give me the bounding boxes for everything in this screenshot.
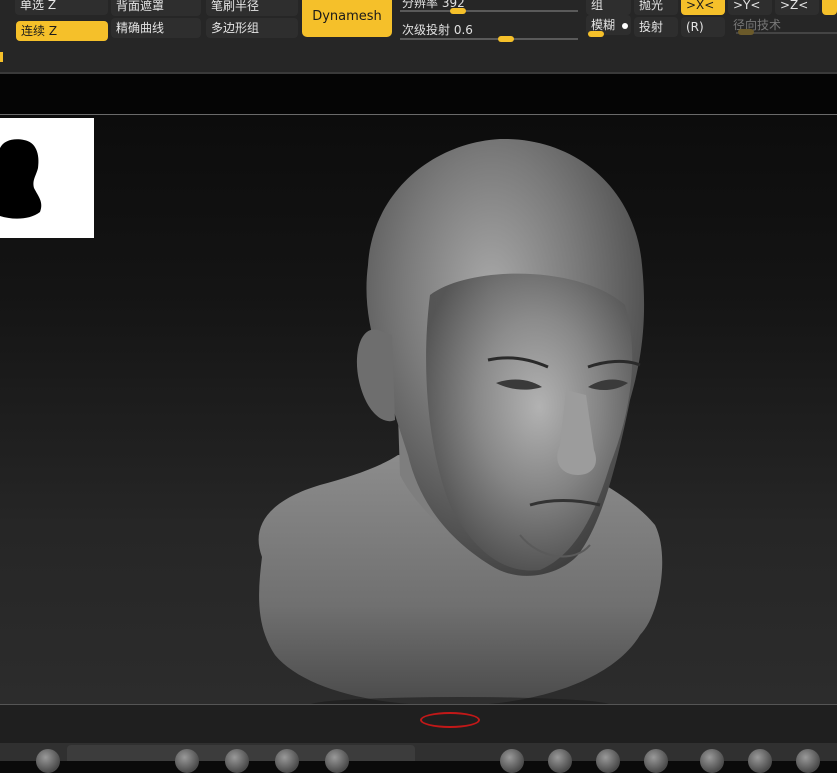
precise-curve-button[interactable]: 精确曲线 (111, 18, 201, 38)
shelf-tool-icon[interactable] (500, 749, 524, 773)
resolution-handle[interactable] (450, 8, 466, 14)
polish-button[interactable]: 抛光 (634, 0, 678, 15)
blur-label: 模糊 (591, 18, 616, 32)
symmetry-x-button[interactable]: >X< (681, 0, 725, 15)
shelf-tool-icon[interactable] (275, 749, 299, 773)
symmetry-y-button[interactable]: >Y< (728, 0, 772, 15)
silhouette-thumbnail[interactable] (0, 118, 94, 238)
sculpt-head-model (258, 138, 663, 704)
radial-count-handle[interactable] (738, 29, 754, 35)
brush-settings-palette: 单选 Z 连续 Z 背面遮罩 精确曲线 笔刷半径 多边形组 Dynamesh 分… (0, 0, 837, 74)
brush-radius-button[interactable]: 笔刷半径 (206, 0, 298, 16)
backface-mask-button[interactable]: 背面遮罩 (111, 0, 201, 16)
shelf-tool-icon[interactable] (596, 749, 620, 773)
subdiv-project-label: 次级投射 0.6 (402, 23, 473, 37)
canvas-footer (0, 705, 837, 743)
project-button[interactable]: 投射 (634, 17, 678, 37)
group-button[interactable]: 组 (586, 0, 631, 15)
radial-symmetry-button[interactable]: (R) (681, 17, 725, 37)
subdiv-project-handle[interactable] (498, 36, 514, 42)
viewport-canvas[interactable] (0, 115, 837, 704)
symmetry-z-button[interactable]: >Z< (775, 0, 819, 15)
single-z-button[interactable]: 单选 Z (15, 0, 108, 15)
resolution-track[interactable] (400, 10, 578, 12)
annotation-circle (420, 712, 480, 728)
shelf-tool-icon[interactable] (548, 749, 572, 773)
shelf-tool-icon[interactable] (175, 749, 199, 773)
shelf-panel (67, 745, 415, 773)
subdiv-project-track[interactable] (400, 38, 578, 40)
subdiv-project-slider[interactable]: 次级投射 0.6 (398, 20, 578, 40)
polygroup-button[interactable]: 多边形组 (206, 18, 298, 38)
continuous-z-button[interactable]: 连续 Z (16, 21, 108, 41)
shelf-brush-icon[interactable] (36, 749, 60, 773)
ground-shadow (311, 697, 609, 704)
silhouette-icon (0, 139, 42, 219)
shelf-tool-icon[interactable] (225, 749, 249, 773)
symmetry-extra-button[interactable] (822, 0, 837, 15)
dynamesh-button[interactable]: Dynamesh (302, 0, 392, 37)
blur-handle[interactable] (588, 31, 604, 37)
ear-shape (356, 329, 395, 422)
shelf-tool-icon[interactable] (748, 749, 772, 773)
palette-marker (0, 52, 3, 62)
shelf-tool-icon[interactable] (796, 749, 820, 773)
shelf-tool-icon[interactable] (325, 749, 349, 773)
bottom-shelf (0, 743, 837, 773)
blur-dot-icon (621, 22, 628, 29)
shelf-tool-icon[interactable] (644, 749, 668, 773)
canvas-header-strip (0, 74, 837, 114)
shelf-tool-icon[interactable] (700, 749, 724, 773)
